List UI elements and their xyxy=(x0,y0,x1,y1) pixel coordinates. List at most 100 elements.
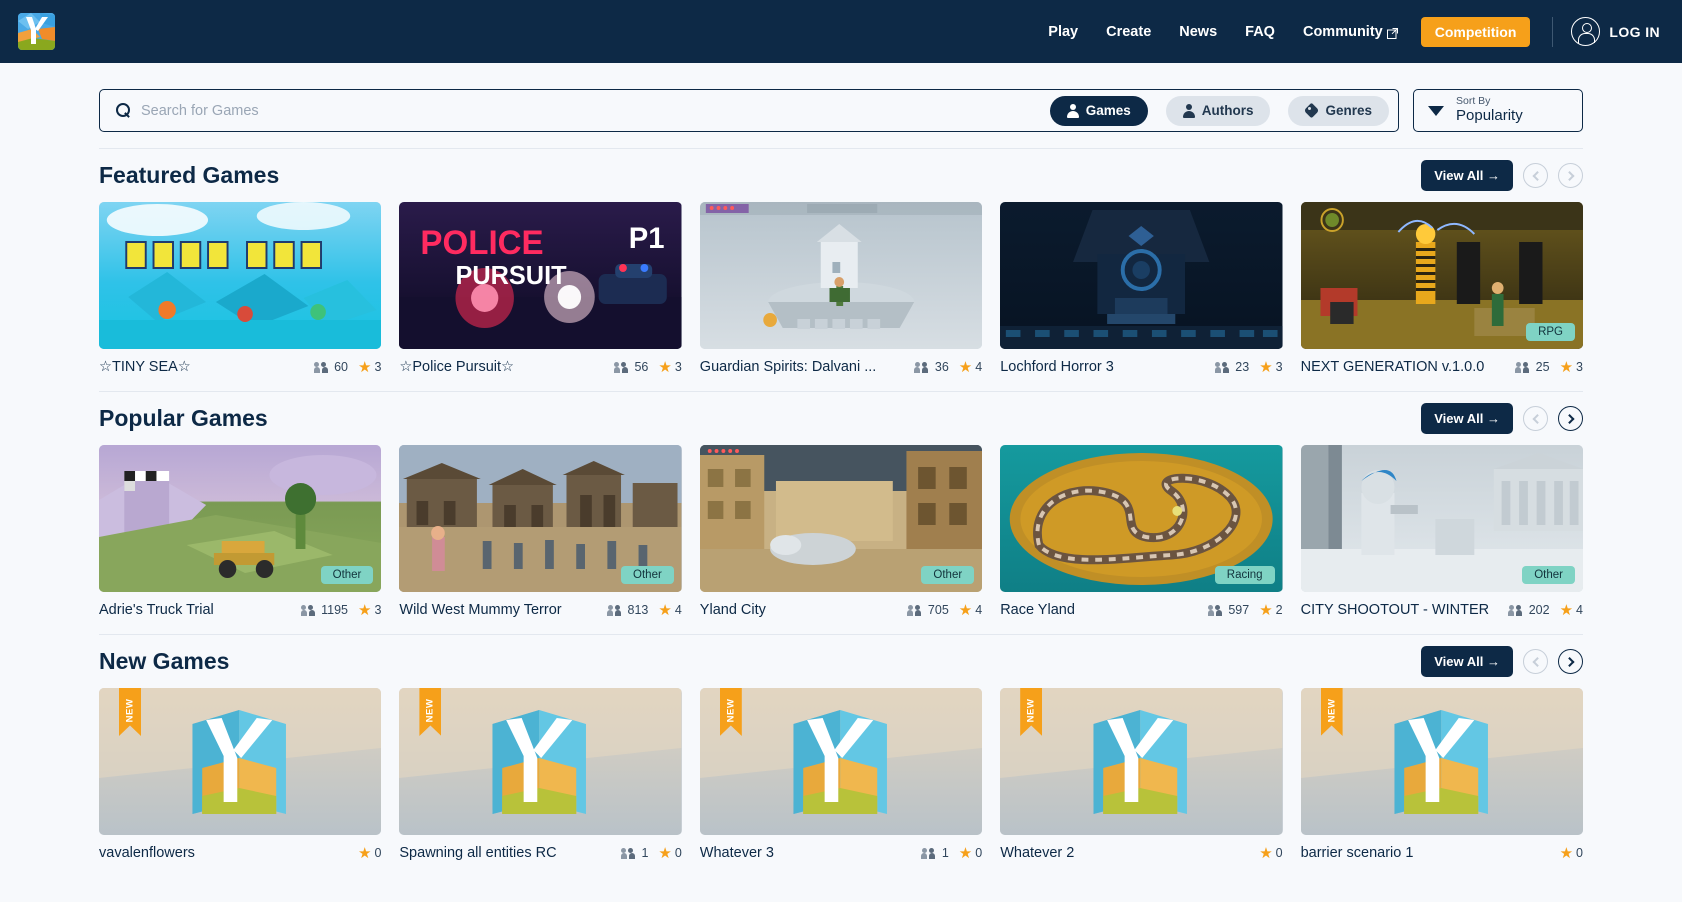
game-meta: Lochford Horror 3 23 ★ 3 xyxy=(1000,359,1282,375)
game-card[interactable]: NEW barrier scenario 1 ★ 0 xyxy=(1300,688,1583,861)
player-count-value: 60 xyxy=(334,360,348,374)
rating: ★ 4 xyxy=(959,360,982,375)
player-count: 25 xyxy=(1515,360,1550,374)
game-card[interactable]: NEW Whatever 2 ★ 0 xyxy=(1000,688,1283,861)
filter-pill-genres[interactable]: Genres xyxy=(1288,95,1389,126)
rating-value: 3 xyxy=(374,360,382,374)
game-title: Adrie's Truck Trial xyxy=(99,602,214,618)
game-card[interactable]: Other Wild West Mummy Terror 813 ★ 4 xyxy=(399,445,682,619)
game-stats: 705 ★ 4 xyxy=(907,603,982,618)
carousel-next-button[interactable] xyxy=(1558,649,1583,674)
game-thumbnail[interactable]: POLICE PURSUIT P1 xyxy=(399,202,682,349)
game-thumbnail[interactable] xyxy=(99,202,382,349)
genre-badge: Racing xyxy=(1214,566,1275,584)
rating: ★ 3 xyxy=(658,360,681,375)
game-thumbnail[interactable]: NEW xyxy=(1300,688,1583,835)
filter-pill-authors[interactable]: Authors xyxy=(1165,95,1271,126)
player-count-value: 1195 xyxy=(321,603,348,617)
star-icon: ★ xyxy=(1559,844,1574,862)
game-title: Wild West Mummy Terror xyxy=(399,602,562,618)
game-meta: CITY SHOOTOUT - WINTER 202 ★ 4 xyxy=(1301,602,1583,618)
nav-item-create[interactable]: Create xyxy=(1092,18,1165,46)
game-thumbnail[interactable] xyxy=(1000,202,1283,349)
game-card[interactable]: RPG NEXT GENERATION v.1.0.0 25 ★ 3 xyxy=(1300,202,1583,375)
rating: ★ 3 xyxy=(1259,360,1282,375)
game-thumbnail[interactable]: RPG xyxy=(1300,202,1583,349)
game-thumbnail[interactable]: NEW xyxy=(699,688,983,835)
filter-pill-games-label: Games xyxy=(1085,103,1131,118)
game-stats: 25 ★ 3 xyxy=(1515,360,1583,375)
carousel-prev-button[interactable] xyxy=(1523,649,1548,674)
game-thumbnail[interactable]: NEW xyxy=(1000,688,1283,835)
competition-button[interactable]: Competition xyxy=(1420,16,1531,47)
ylands-logo[interactable] xyxy=(18,13,55,50)
game-card-grid: Other Adrie's Truck Trial 1195 ★ 3 Other… xyxy=(99,445,1583,618)
nav-item-faq-label: FAQ xyxy=(1245,23,1275,40)
nav-item-news[interactable]: News xyxy=(1165,18,1231,46)
player-count-value: 202 xyxy=(1528,603,1550,617)
carousel-next-button[interactable] xyxy=(1558,163,1583,188)
game-card[interactable]: Guardian Spirits: Dalvani ... 36 ★ 4 xyxy=(699,202,983,375)
carousel-prev-button[interactable] xyxy=(1523,163,1548,188)
game-card[interactable]: Other CITY SHOOTOUT - WINTER 202 ★ 4 xyxy=(1300,445,1583,618)
game-meta: Adrie's Truck Trial 1195 ★ 3 xyxy=(99,602,381,618)
star-icon: ★ xyxy=(658,601,672,619)
players-icon xyxy=(914,361,932,373)
new-ribbon-label: NEW xyxy=(424,698,436,723)
game-card[interactable]: Other Adrie's Truck Trial 1195 ★ 3 xyxy=(99,445,382,618)
game-stats: 23 ★ 3 xyxy=(1214,360,1283,375)
game-card[interactable]: NEW Whatever 3 1 ★ 0 xyxy=(699,688,983,861)
nav-item-community[interactable]: Community xyxy=(1289,18,1411,46)
player-count: 56 xyxy=(613,360,648,374)
view-all-button[interactable]: View All → xyxy=(1421,160,1513,191)
genre-badge: RPG xyxy=(1526,323,1575,341)
game-title: NEXT GENERATION v.1.0.0 xyxy=(1300,359,1485,375)
game-title: ☆TINY SEA☆ xyxy=(99,359,191,375)
game-card[interactable]: Racing Race Yland 597 ★ 2 xyxy=(1000,445,1283,618)
view-all-button[interactable]: View All → xyxy=(1421,403,1513,434)
game-thumbnail[interactable]: Other xyxy=(699,445,983,592)
players-icon xyxy=(1207,604,1225,616)
rating-value: 0 xyxy=(374,846,382,860)
rating-value: 4 xyxy=(975,360,983,374)
game-thumbnail[interactable]: Racing xyxy=(1000,445,1283,592)
nav-item-play[interactable]: Play xyxy=(1034,18,1092,46)
game-stats: ★ 0 xyxy=(1560,846,1583,861)
filter-pill-games[interactable]: Games xyxy=(1049,95,1148,126)
carousel-prev-button[interactable] xyxy=(1523,406,1548,431)
game-thumbnail[interactable]: NEW xyxy=(99,688,382,835)
game-title: Yland City xyxy=(699,602,766,618)
game-card[interactable]: Lochford Horror 3 23 ★ 3 xyxy=(1000,202,1283,375)
game-meta: ☆Police Pursuit☆ 56 ★ 3 xyxy=(399,359,681,375)
svg-text:PURSUIT: PURSUIT xyxy=(456,262,567,290)
sort-by-value: Popularity xyxy=(1456,107,1523,125)
section-header: Featured Games View All → xyxy=(99,148,1583,191)
player-count: 1 xyxy=(921,846,949,860)
search-bar[interactable]: Games Authors Genres xyxy=(99,89,1399,132)
rating: ★ 0 xyxy=(658,846,681,861)
star-icon: ★ xyxy=(357,358,372,376)
game-thumbnail[interactable]: Other xyxy=(1300,445,1583,592)
game-thumbnail[interactable]: NEW xyxy=(399,688,682,835)
game-thumbnail[interactable]: Other xyxy=(399,445,682,592)
view-all-button[interactable]: View All → xyxy=(1421,646,1513,677)
login-button[interactable]: LOG IN xyxy=(1571,17,1666,46)
game-card[interactable]: ☆TINY SEA☆ 60 ★ 3 xyxy=(99,202,382,376)
person-icon xyxy=(1066,104,1079,118)
game-card[interactable]: Other Yland City 705 ★ 4 xyxy=(699,445,983,618)
game-title: vavalenflowers xyxy=(99,845,195,861)
player-count: 813 xyxy=(607,603,648,617)
game-thumbnail[interactable]: Other xyxy=(99,445,382,592)
carousel-next-button[interactable] xyxy=(1558,406,1583,431)
nav-item-faq[interactable]: FAQ xyxy=(1231,18,1289,46)
person-icon xyxy=(1182,104,1195,118)
sort-by-dropdown[interactable]: Sort By Popularity xyxy=(1413,89,1583,132)
game-card[interactable]: NEW Spawning all entities RC 1 ★ 0 xyxy=(399,688,682,861)
search-input[interactable] xyxy=(141,102,1040,119)
game-card[interactable]: NEW vavalenflowers ★ 0 xyxy=(99,688,382,861)
game-card[interactable]: POLICE PURSUIT P1 ☆Police Pursuit☆ 56 ★ … xyxy=(399,202,682,375)
game-thumbnail[interactable] xyxy=(699,202,983,349)
player-count-value: 1 xyxy=(941,846,949,860)
game-title: Whatever 3 xyxy=(699,845,774,861)
game-stats: 1 ★ 0 xyxy=(921,846,982,861)
